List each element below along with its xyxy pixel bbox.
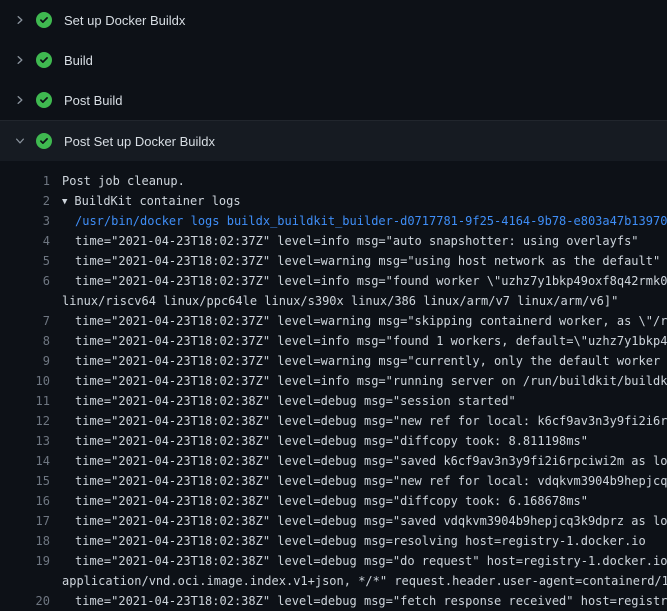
line-number[interactable]: 7 bbox=[12, 311, 50, 331]
log-line: 7 time="2021-04-23T18:02:37Z" level=warn… bbox=[0, 311, 667, 331]
log-line: 6 time="2021-04-23T18:02:37Z" level=info… bbox=[0, 271, 667, 291]
chevron-icon bbox=[12, 133, 28, 149]
log-text: time="2021-04-23T18:02:37Z" level=info m… bbox=[75, 271, 667, 291]
log-line: 20 time="2021-04-23T18:02:38Z" level=deb… bbox=[0, 591, 667, 611]
log-line: 19 time="2021-04-23T18:02:38Z" level=deb… bbox=[0, 551, 667, 571]
log-text: time="2021-04-23T18:02:37Z" level=info m… bbox=[75, 371, 667, 391]
log-line: 11 time="2021-04-23T18:02:38Z" level=deb… bbox=[0, 391, 667, 411]
step-build[interactable]: Build bbox=[0, 40, 667, 80]
line-number[interactable]: 3 bbox=[12, 211, 50, 231]
line-number[interactable]: 4 bbox=[12, 231, 50, 251]
log-text: time="2021-04-23T18:02:38Z" level=debug … bbox=[75, 431, 588, 451]
log-text: time="2021-04-23T18:02:37Z" level=info m… bbox=[75, 331, 667, 351]
step-title: Post Set up Docker Buildx bbox=[64, 134, 215, 149]
log-line: 9 time="2021-04-23T18:02:37Z" level=warn… bbox=[0, 351, 667, 371]
check-circle-icon bbox=[36, 52, 52, 68]
log-text: time="2021-04-23T18:02:37Z" level=warnin… bbox=[75, 251, 660, 271]
step-title: Build bbox=[64, 53, 93, 68]
line-number[interactable]: 20 bbox=[12, 591, 50, 611]
log-text: time="2021-04-23T18:02:38Z" level=debug … bbox=[75, 491, 588, 511]
log-line: linux/riscv64 linux/ppc64le linux/s390x … bbox=[0, 291, 667, 311]
chevron-icon bbox=[12, 12, 28, 28]
log-line: 4 time="2021-04-23T18:02:37Z" level=info… bbox=[0, 231, 667, 251]
log-line: 8 time="2021-04-23T18:02:37Z" level=info… bbox=[0, 331, 667, 351]
check-circle-icon bbox=[36, 92, 52, 108]
line-number[interactable]: 14 bbox=[12, 451, 50, 471]
log-line: 17 time="2021-04-23T18:02:38Z" level=deb… bbox=[0, 511, 667, 531]
log-text: linux/riscv64 linux/ppc64le linux/s390x … bbox=[62, 291, 618, 311]
log-text: time="2021-04-23T18:02:38Z" level=debug … bbox=[75, 591, 667, 611]
log-line: 16 time="2021-04-23T18:02:38Z" level=deb… bbox=[0, 491, 667, 511]
log-text: application/vnd.oci.image.index.v1+json,… bbox=[62, 571, 667, 591]
line-number[interactable] bbox=[12, 291, 50, 311]
line-number[interactable]: 8 bbox=[12, 331, 50, 351]
log-text: time="2021-04-23T18:02:38Z" level=debug … bbox=[75, 511, 667, 531]
step-log-output: 1 Post job cleanup. 2 ▼BuildKit containe… bbox=[0, 161, 667, 611]
step-post-build[interactable]: Post Build bbox=[0, 80, 667, 120]
chevron-icon bbox=[12, 92, 28, 108]
log-text: time="2021-04-23T18:02:37Z" level=warnin… bbox=[75, 351, 667, 371]
log-line: application/vnd.oci.image.index.v1+json,… bbox=[0, 571, 667, 591]
line-number[interactable]: 13 bbox=[12, 431, 50, 451]
line-number[interactable]: 1 bbox=[12, 171, 50, 191]
log-text: time="2021-04-23T18:02:38Z" level=debug … bbox=[75, 471, 667, 491]
log-text: time="2021-04-23T18:02:37Z" level=warnin… bbox=[75, 311, 667, 331]
log-group-header[interactable]: 2 ▼BuildKit container logs bbox=[0, 191, 667, 211]
line-number[interactable]: 6 bbox=[12, 271, 50, 291]
step-post-set-up-docker-buildx[interactable]: Post Set up Docker Buildx bbox=[0, 120, 667, 161]
log-text: time="2021-04-23T18:02:38Z" level=debug … bbox=[75, 391, 516, 411]
log-line: 15 time="2021-04-23T18:02:38Z" level=deb… bbox=[0, 471, 667, 491]
log-line: 1 Post job cleanup. bbox=[0, 171, 667, 191]
line-number[interactable]: 12 bbox=[12, 411, 50, 431]
check-circle-icon bbox=[36, 133, 52, 149]
line-number[interactable]: 11 bbox=[12, 391, 50, 411]
line-number[interactable]: 17 bbox=[12, 511, 50, 531]
log-text: /usr/bin/docker logs buildx_buildkit_bui… bbox=[75, 211, 667, 231]
log-line: 12 time="2021-04-23T18:02:38Z" level=deb… bbox=[0, 411, 667, 431]
group-collapse-icon[interactable]: ▼ bbox=[62, 192, 67, 212]
line-number[interactable]: 2 bbox=[12, 191, 50, 211]
log-line: 13 time="2021-04-23T18:02:38Z" level=deb… bbox=[0, 431, 667, 451]
step-set-up-docker-buildx[interactable]: Set up Docker Buildx bbox=[0, 0, 667, 40]
check-circle-icon bbox=[36, 12, 52, 28]
line-number[interactable]: 5 bbox=[12, 251, 50, 271]
log-text: Post job cleanup. bbox=[62, 171, 185, 191]
log-line: 14 time="2021-04-23T18:02:38Z" level=deb… bbox=[0, 451, 667, 471]
line-number[interactable]: 9 bbox=[12, 351, 50, 371]
line-number[interactable]: 10 bbox=[12, 371, 50, 391]
log-text: time="2021-04-23T18:02:38Z" level=debug … bbox=[75, 551, 667, 571]
log-text: time="2021-04-23T18:02:38Z" level=debug … bbox=[75, 411, 667, 431]
log-text: time="2021-04-23T18:02:38Z" level=debug … bbox=[75, 451, 667, 471]
log-text: ▼BuildKit container logs bbox=[62, 191, 241, 211]
step-title: Post Build bbox=[64, 93, 123, 108]
line-number[interactable]: 15 bbox=[12, 471, 50, 491]
log-line: 5 time="2021-04-23T18:02:37Z" level=warn… bbox=[0, 251, 667, 271]
line-number[interactable]: 16 bbox=[12, 491, 50, 511]
line-number[interactable] bbox=[12, 571, 50, 591]
chevron-icon bbox=[12, 52, 28, 68]
line-number[interactable]: 19 bbox=[12, 551, 50, 571]
line-number[interactable]: 18 bbox=[12, 531, 50, 551]
log-text: time="2021-04-23T18:02:38Z" level=debug … bbox=[75, 531, 646, 551]
log-command-line: 3 /usr/bin/docker logs buildx_buildkit_b… bbox=[0, 211, 667, 231]
log-line: 18 time="2021-04-23T18:02:38Z" level=deb… bbox=[0, 531, 667, 551]
log-text: time="2021-04-23T18:02:37Z" level=info m… bbox=[75, 231, 639, 251]
step-title: Set up Docker Buildx bbox=[64, 13, 185, 28]
log-line: 10 time="2021-04-23T18:02:37Z" level=inf… bbox=[0, 371, 667, 391]
job-steps-list: Set up Docker Buildx Build Post Build Po… bbox=[0, 0, 667, 161]
